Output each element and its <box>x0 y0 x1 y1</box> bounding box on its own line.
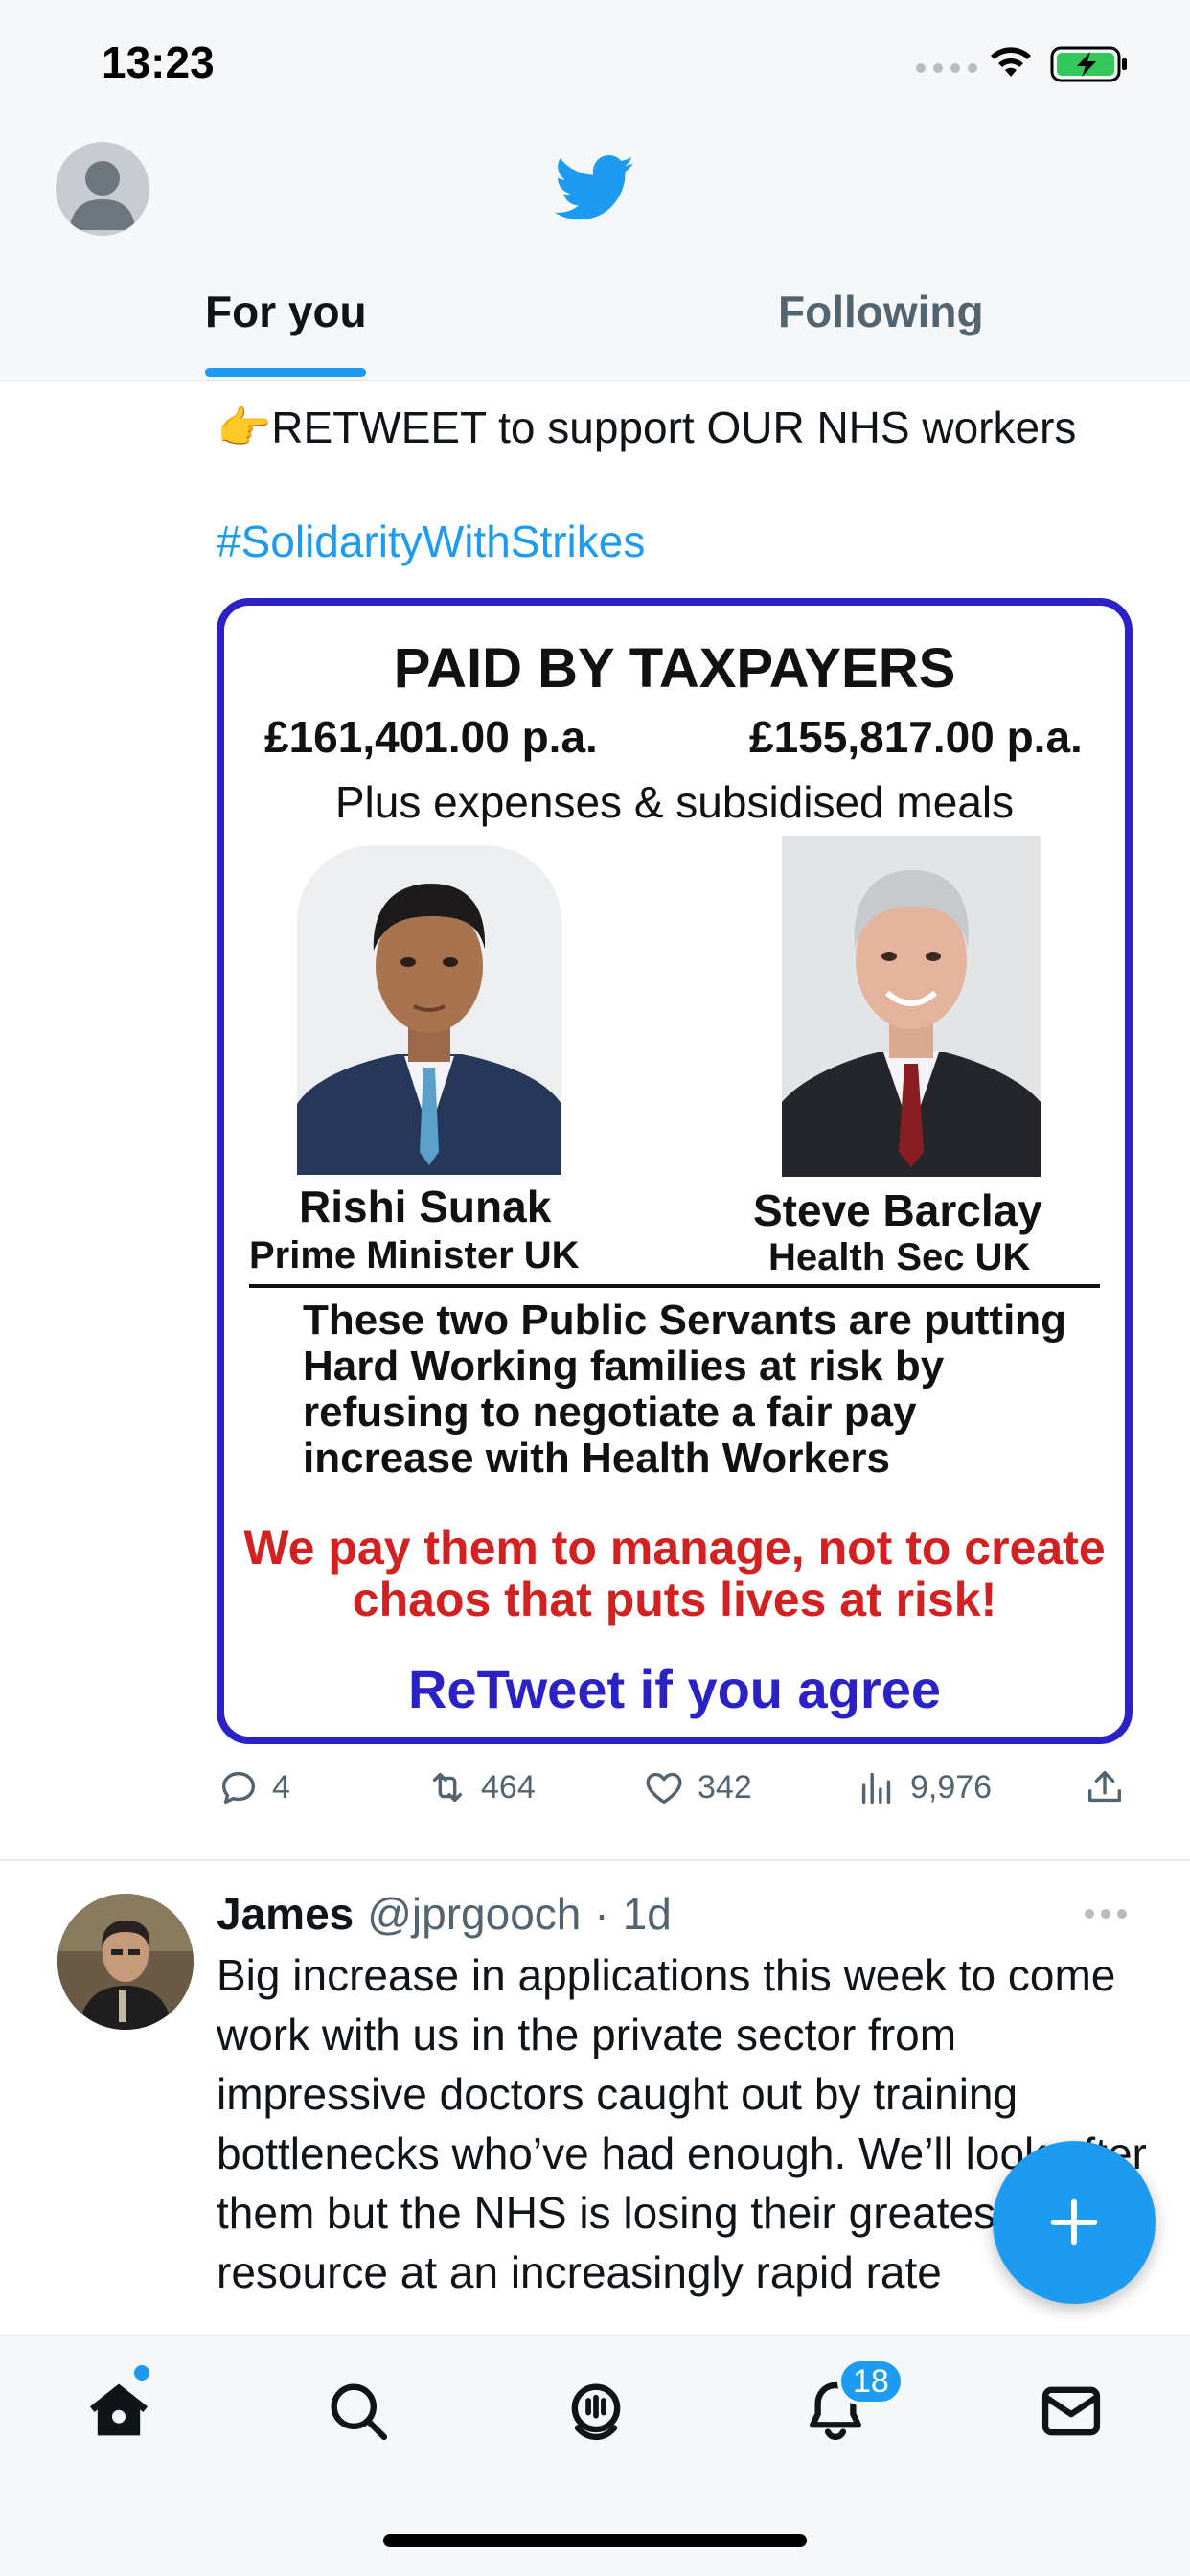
poster-title: PAID BY TAXPAYERS <box>393 637 956 700</box>
person-left-role: Prime Minister UK <box>249 1234 580 1276</box>
reply-button[interactable]: 4 <box>217 1765 290 1809</box>
tab-for-you[interactable]: For you <box>205 286 367 337</box>
poster-salary-right: £155,817.00 p.a. <box>749 712 1083 762</box>
poster-divider <box>249 1284 1100 1288</box>
header-separator: · <box>594 1889 609 1939</box>
poster-body-text: These two Public Servants are putting Ha… <box>303 1297 1067 1482</box>
default-avatar-icon <box>69 161 136 230</box>
person-left-name: Rishi Sunak <box>299 1182 552 1231</box>
like-button[interactable]: 342 <box>642 1765 752 1809</box>
home-unread-dot <box>134 2365 149 2380</box>
plus-icon <box>1050 2198 1098 2246</box>
share-icon <box>1087 1770 1122 1803</box>
battery-charging-icon <box>1050 46 1127 82</box>
status-bar: 13:23 <box>0 0 1190 125</box>
person-photo-right <box>782 836 1041 1177</box>
search-icon[interactable] <box>322 2375 395 2448</box>
tweet-text: 👉RETWEET to support OUR NHS workers <box>217 402 1077 452</box>
compose-tweet-button[interactable] <box>993 2141 1156 2304</box>
views-count: 9,976 <box>910 1768 993 1806</box>
person-right-role: Health Sec UK <box>768 1236 1031 1278</box>
twitter-bird-logo[interactable] <box>554 155 636 222</box>
author-name[interactable]: James <box>217 1888 354 1940</box>
like-count: 342 <box>698 1768 752 1806</box>
more-options-icon[interactable] <box>1083 1907 1129 1920</box>
active-tab-indicator <box>205 368 366 377</box>
poster-cta: ReTweet if you agree <box>407 1659 941 1719</box>
heart-icon <box>646 1772 682 1805</box>
person-right-name: Steve Barclay <box>753 1185 1042 1235</box>
top-header: For you Following <box>0 125 1190 381</box>
profile-avatar[interactable] <box>56 142 149 236</box>
author-avatar[interactable] <box>57 1894 194 2030</box>
status-time: 13:23 <box>102 37 215 87</box>
poster-extras: Plus expenses & subsidised meals <box>334 777 1015 827</box>
person-photo-left <box>297 845 561 1175</box>
poster-red-text: We pay them to manage, not to create cha… <box>243 1521 1106 1626</box>
notifications-badge: 18 <box>837 2358 904 2405</box>
reply-icon <box>221 1771 256 1805</box>
reply-count: 4 <box>272 1768 290 1806</box>
share-button[interactable] <box>1083 1765 1127 1809</box>
views-button[interactable]: 9,976 <box>855 1765 992 1809</box>
views-chart-icon <box>861 1772 891 1805</box>
retweet-icon <box>432 1772 463 1803</box>
spaces-icon[interactable] <box>560 2375 632 2448</box>
retweet-button[interactable]: 464 <box>425 1765 536 1809</box>
tweet-header: James @jprgooch · 1d <box>217 1888 672 1940</box>
mail-icon[interactable] <box>1035 2375 1108 2448</box>
tweet-image[interactable]: PAID BY TAXPAYERS £161,401.00 p.a. £155,… <box>217 598 1133 1744</box>
wifi-icon <box>991 47 1031 77</box>
tweet-divider <box>0 1859 1190 1861</box>
cellular-signal-icon <box>916 63 977 73</box>
author-handle[interactable]: @jprgooch <box>367 1888 581 1940</box>
home-indicator <box>383 2534 807 2547</box>
tab-following[interactable]: Following <box>778 286 984 337</box>
home-icon[interactable] <box>82 2375 155 2448</box>
tweet-actions: 4 464 342 9,976 <box>217 1765 1136 1823</box>
poster-salary-left: £161,401.00 p.a. <box>264 712 598 762</box>
tweet-time: 1d <box>622 1889 672 1939</box>
retweet-count: 464 <box>481 1768 536 1806</box>
hashtag-link[interactable]: #SolidarityWithStrikes <box>217 516 645 567</box>
